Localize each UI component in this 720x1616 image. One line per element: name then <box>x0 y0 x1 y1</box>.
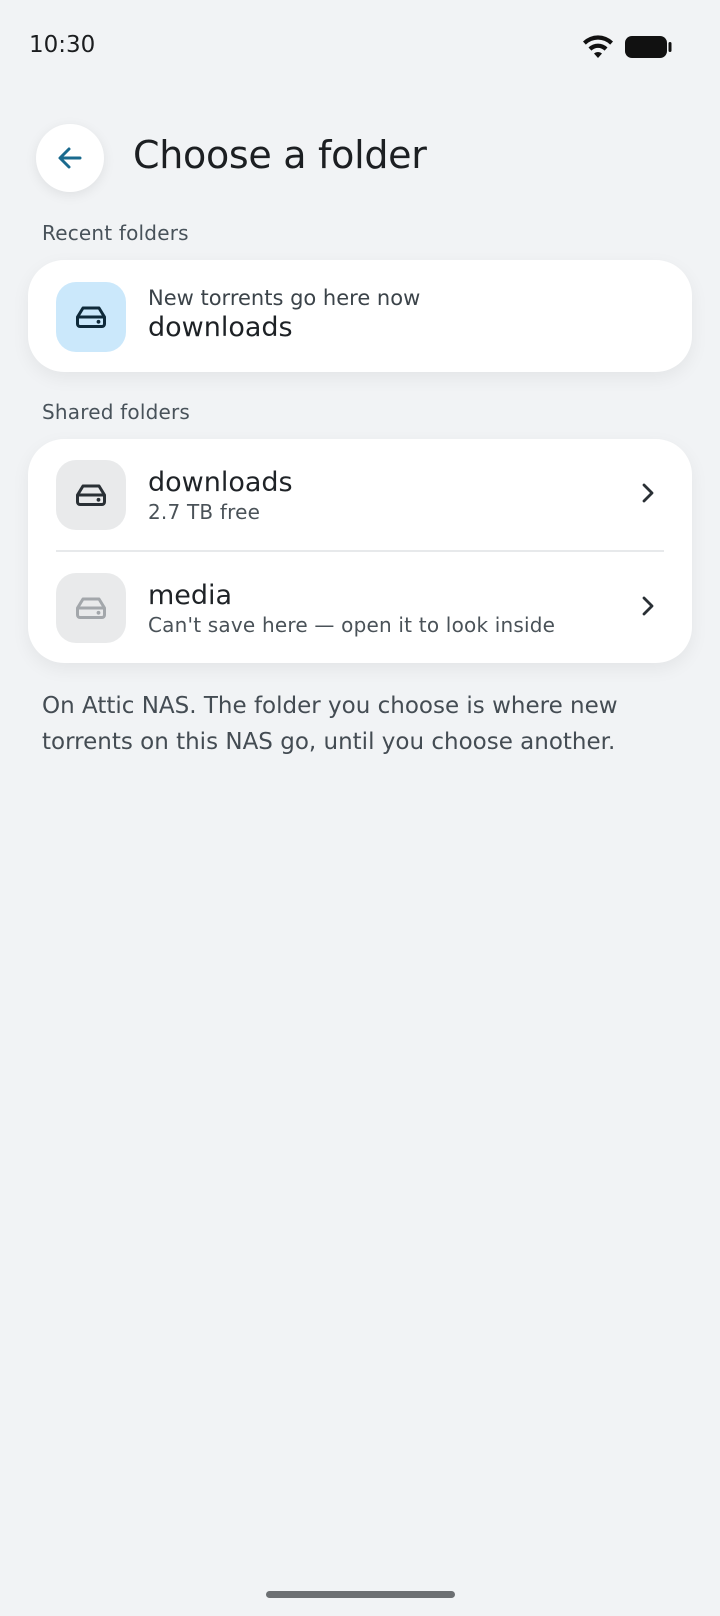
shared-folder-detail: Can't save here — open it to look inside <box>148 613 556 637</box>
battery-icon <box>625 36 672 58</box>
drive-icon <box>76 597 106 619</box>
page-title: Choose a folder <box>133 133 427 177</box>
home-indicator[interactable] <box>266 1591 455 1598</box>
wifi-icon <box>583 35 613 58</box>
status-time: 10:30 <box>29 32 96 58</box>
shared-folders-card: downloads 2.7 TB free media Can't save h… <box>28 439 692 663</box>
shared-folder-text: media Can't save here — open it to look … <box>148 580 555 637</box>
recent-folder-item-downloads[interactable]: New torrents go here now downloads <box>28 261 692 371</box>
arrow-left-icon <box>58 147 82 169</box>
recent-folders-card: New torrents go here now downloads <box>28 260 692 372</box>
drive-icon <box>76 484 106 506</box>
status-icons <box>581 34 672 60</box>
shared-folder-tile <box>56 573 126 643</box>
recent-folder-subtitle: New torrents go here now <box>148 286 421 310</box>
shared-folder-item-downloads[interactable]: downloads 2.7 TB free <box>28 439 692 549</box>
chevron-right-icon <box>642 596 654 616</box>
recent-folder-tile <box>56 282 126 352</box>
shared-folders-label: Shared folders <box>42 400 191 424</box>
shared-folder-detail: 2.7 TB free <box>148 500 261 524</box>
shared-folder-tile <box>56 460 126 530</box>
shared-folder-name: downloads <box>148 467 293 498</box>
recent-folder-text: New torrents go here now downloads <box>148 286 420 343</box>
drive-icon <box>76 306 106 328</box>
recent-folder-name: downloads <box>148 312 293 343</box>
location-footnote: On Attic NAS. The folder you choose is w… <box>42 693 618 755</box>
back-button[interactable] <box>36 124 104 192</box>
shared-folder-name: media <box>148 580 233 611</box>
chevron-right-icon <box>642 483 654 503</box>
status-bar: 10:30 <box>0 0 720 94</box>
shared-folder-text: downloads 2.7 TB free <box>148 467 293 524</box>
recent-folders-label: Recent folders <box>42 221 189 245</box>
shared-folder-item-media[interactable]: media Can't save here — open it to look … <box>28 552 692 662</box>
